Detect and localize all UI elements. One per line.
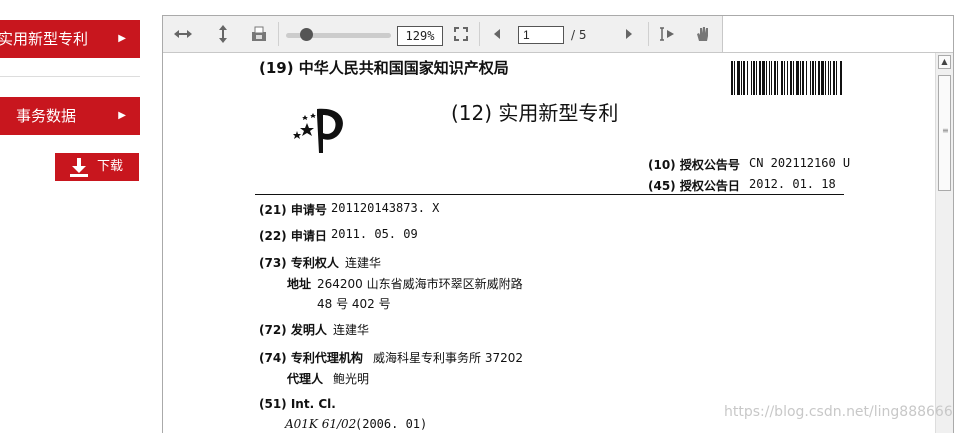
prev-page-icon[interactable] bbox=[491, 24, 505, 44]
application-number-label: (21) 申请号 bbox=[259, 203, 327, 217]
viewer-toolbar: 129% / 5 bbox=[163, 16, 723, 53]
page-total: / 5 bbox=[571, 28, 587, 42]
zoom-slider-handle[interactable] bbox=[300, 28, 313, 41]
int-cl-code: A01K 61/02 bbox=[285, 417, 357, 431]
toolbar-divider bbox=[648, 22, 649, 46]
sidebar-item-label: 事务数据 bbox=[16, 107, 77, 125]
sidebar-item-label: 实用新型专利 bbox=[0, 30, 89, 48]
fit-width-icon[interactable] bbox=[173, 24, 193, 44]
inventor: 连建华 bbox=[333, 323, 370, 337]
fit-height-icon[interactable] bbox=[213, 24, 233, 44]
sidebar-item-transaction-data[interactable]: 事务数据 ▶ bbox=[0, 97, 140, 135]
sidebar-item-utility-model[interactable]: 实用新型专利 ▶ bbox=[0, 20, 140, 58]
agent-label: 代理人 bbox=[287, 372, 324, 386]
vertical-scrollbar[interactable]: ▲ ≡ bbox=[935, 53, 953, 433]
patent-document: (19) 中华人民共和国国家知识产权局 (12) 实用新型专利 (10) 授权公… bbox=[255, 53, 855, 433]
toolbar-divider bbox=[479, 22, 480, 46]
watermark: https://blog.csdn.net/ling888666 bbox=[724, 404, 953, 420]
page-number-input[interactable] bbox=[518, 26, 564, 44]
scroll-up-icon[interactable]: ▲ bbox=[938, 55, 951, 69]
zoom-level-field[interactable]: 129% bbox=[397, 26, 443, 46]
grant-date-label: (45) 授权公告日 bbox=[648, 179, 740, 193]
grant-number: CN 202112160 U bbox=[749, 156, 851, 170]
print-icon[interactable] bbox=[249, 24, 269, 44]
text-select-icon[interactable] bbox=[657, 24, 677, 44]
toolbar-divider bbox=[278, 22, 279, 46]
address-line-2: 48 号 402 号 bbox=[317, 297, 391, 311]
patentee: 连建华 bbox=[345, 256, 382, 270]
chevron-right-icon: ▶ bbox=[118, 110, 126, 121]
inventor-label: (72) 发明人 bbox=[259, 323, 327, 337]
address-line-1: 264200 山东省威海市环翠区新威附路 bbox=[317, 277, 523, 291]
chevron-right-icon: ▶ bbox=[118, 33, 126, 44]
grant-number-label: (10) 授权公告号 bbox=[648, 158, 740, 172]
int-cl-year: (2006. 01) bbox=[355, 417, 428, 431]
patentee-label: (73) 专利权人 bbox=[259, 256, 339, 270]
toolbar-spacer bbox=[723, 16, 953, 53]
grant-date: 2012. 01. 18 bbox=[749, 177, 836, 191]
download-button[interactable]: 下载 bbox=[55, 153, 139, 181]
application-date-label: (22) 申请日 bbox=[259, 229, 327, 243]
download-label: 下载 bbox=[97, 159, 124, 174]
issuing-office: (19) 中华人民共和国国家知识产权局 bbox=[259, 59, 509, 77]
pdf-viewer: 129% / 5 (19) 中华人民共和国国家知识产权局 bbox=[162, 15, 954, 433]
cnipa-logo-icon bbox=[293, 108, 343, 153]
application-number: 201120143873. X bbox=[331, 201, 440, 215]
header-rule bbox=[255, 194, 844, 195]
address-label: 地址 bbox=[287, 277, 312, 291]
download-icon bbox=[70, 158, 88, 177]
barcode bbox=[731, 61, 842, 95]
agency: 威海科星专利事务所 37202 bbox=[373, 351, 523, 365]
document-type: (12) 实用新型专利 bbox=[451, 101, 619, 125]
agent: 鲍光明 bbox=[333, 372, 370, 386]
sidebar-divider bbox=[0, 76, 140, 77]
agency-label: (74) 专利代理机构 bbox=[259, 351, 363, 365]
fullscreen-icon[interactable] bbox=[451, 24, 471, 44]
scrollbar-thumb[interactable]: ≡ bbox=[938, 75, 951, 191]
hand-tool-icon[interactable] bbox=[693, 24, 713, 44]
next-page-icon[interactable] bbox=[621, 24, 635, 44]
int-cl-label: (51) Int. Cl. bbox=[259, 397, 336, 411]
application-date: 2011. 05. 09 bbox=[331, 227, 418, 241]
document-page: (19) 中华人民共和国国家知识产权局 (12) 实用新型专利 (10) 授权公… bbox=[163, 53, 935, 433]
